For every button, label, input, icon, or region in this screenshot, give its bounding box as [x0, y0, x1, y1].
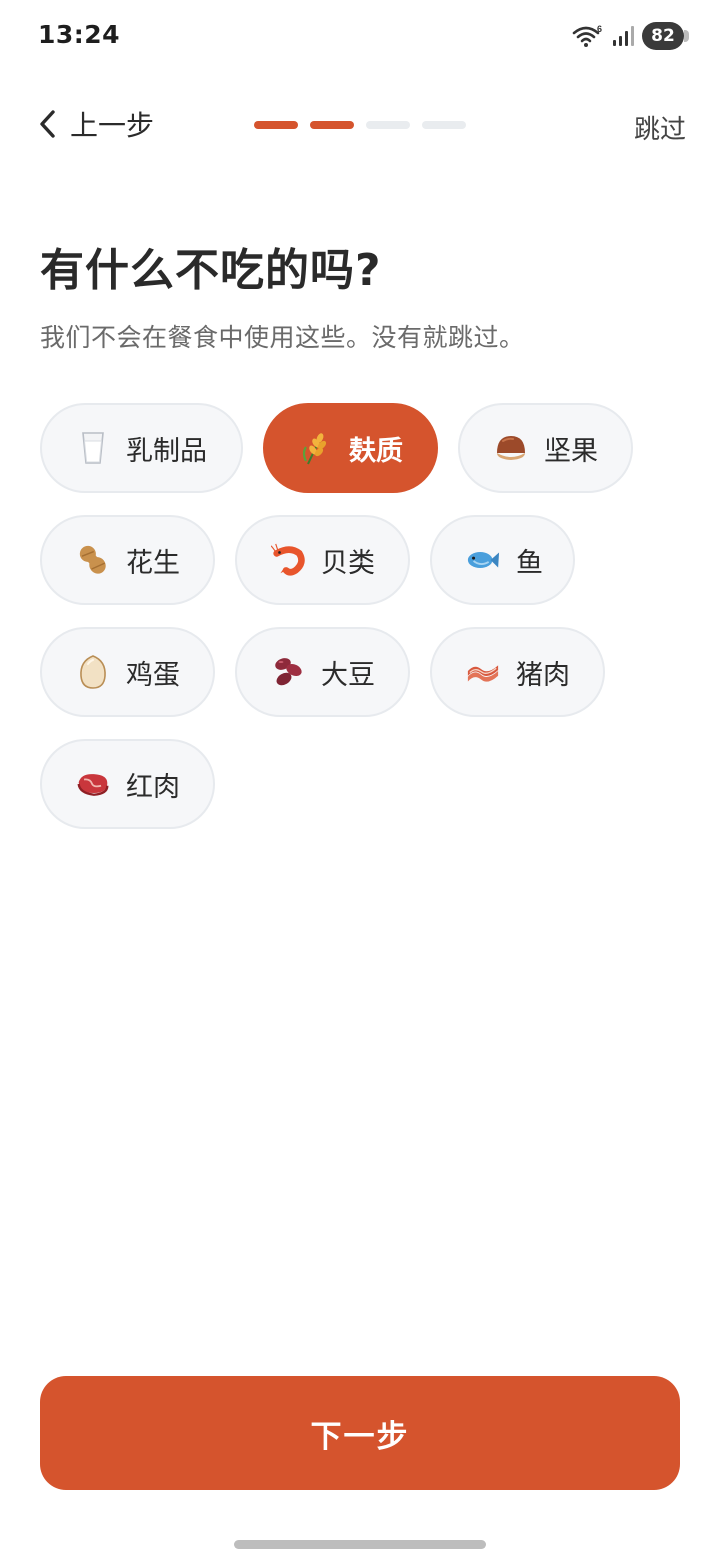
- status-icons: 6 82: [572, 22, 689, 50]
- progress-step: [310, 121, 354, 129]
- back-label: 上一步: [70, 109, 155, 142]
- signal-icon: [612, 25, 634, 47]
- wifi-icon: 6: [572, 24, 604, 48]
- option-label: 猪肉: [516, 659, 570, 691]
- next-button-label: 下一步: [310, 1418, 410, 1455]
- egg-icon: [76, 655, 110, 689]
- wifi-badge: 6: [597, 24, 602, 34]
- option-dairy[interactable]: 乳制品: [40, 403, 243, 493]
- option-label: 乳制品: [126, 435, 207, 467]
- option-label: 坚果: [544, 435, 598, 467]
- progress-step: [254, 121, 298, 129]
- option-label: 鸡蛋: [126, 659, 180, 691]
- peanut-icon: [76, 543, 110, 577]
- top-nav: 上一步 跳过: [0, 92, 720, 162]
- option-label: 贝类: [321, 547, 375, 579]
- option-gluten[interactable]: 麸质: [263, 403, 438, 493]
- option-label: 大豆: [321, 659, 375, 691]
- milk-glass-icon: [76, 431, 110, 465]
- next-button[interactable]: 下一步: [40, 1376, 680, 1490]
- progress-step: [366, 121, 410, 129]
- status-bar: 13:24 6 82: [0, 0, 720, 72]
- option-label: 花生: [126, 547, 180, 579]
- option-egg[interactable]: 鸡蛋: [40, 627, 215, 717]
- option-fish[interactable]: 鱼: [430, 515, 575, 605]
- home-indicator[interactable]: [234, 1540, 486, 1549]
- skip-button[interactable]: 跳过: [634, 109, 686, 146]
- fish-icon: [466, 543, 500, 577]
- progress-step: [422, 121, 466, 129]
- option-label: 麸质: [349, 435, 403, 467]
- status-time: 13:24: [38, 20, 121, 49]
- back-button[interactable]: 上一步: [38, 104, 154, 144]
- chestnut-icon: [494, 431, 528, 465]
- page-title: 有什么不吃的吗?: [40, 245, 382, 296]
- steak-icon: [76, 767, 110, 801]
- shrimp-icon: [271, 543, 305, 577]
- option-nuts[interactable]: 坚果: [458, 403, 633, 493]
- bacon-icon: [466, 655, 500, 689]
- beans-icon: [271, 655, 305, 689]
- option-red-meat[interactable]: 红肉: [40, 739, 215, 829]
- option-shellfish[interactable]: 贝类: [235, 515, 410, 605]
- screen: 13:24 6 82 上一步 跳过 有什么不吃的吗? 我们不会在餐食中使用这些。…: [0, 0, 720, 1560]
- option-pork[interactable]: 猪肉: [430, 627, 605, 717]
- option-label: 红肉: [126, 771, 180, 803]
- option-label: 鱼: [516, 547, 543, 579]
- battery-icon: 82: [642, 22, 689, 50]
- wheat-icon: [299, 431, 333, 465]
- option-soy[interactable]: 大豆: [235, 627, 410, 717]
- page-subtitle: 我们不会在餐食中使用这些。没有就跳过。: [40, 323, 525, 352]
- option-peanut[interactable]: 花生: [40, 515, 215, 605]
- progress-indicator: [254, 121, 466, 129]
- chevron-left-icon: [38, 109, 58, 139]
